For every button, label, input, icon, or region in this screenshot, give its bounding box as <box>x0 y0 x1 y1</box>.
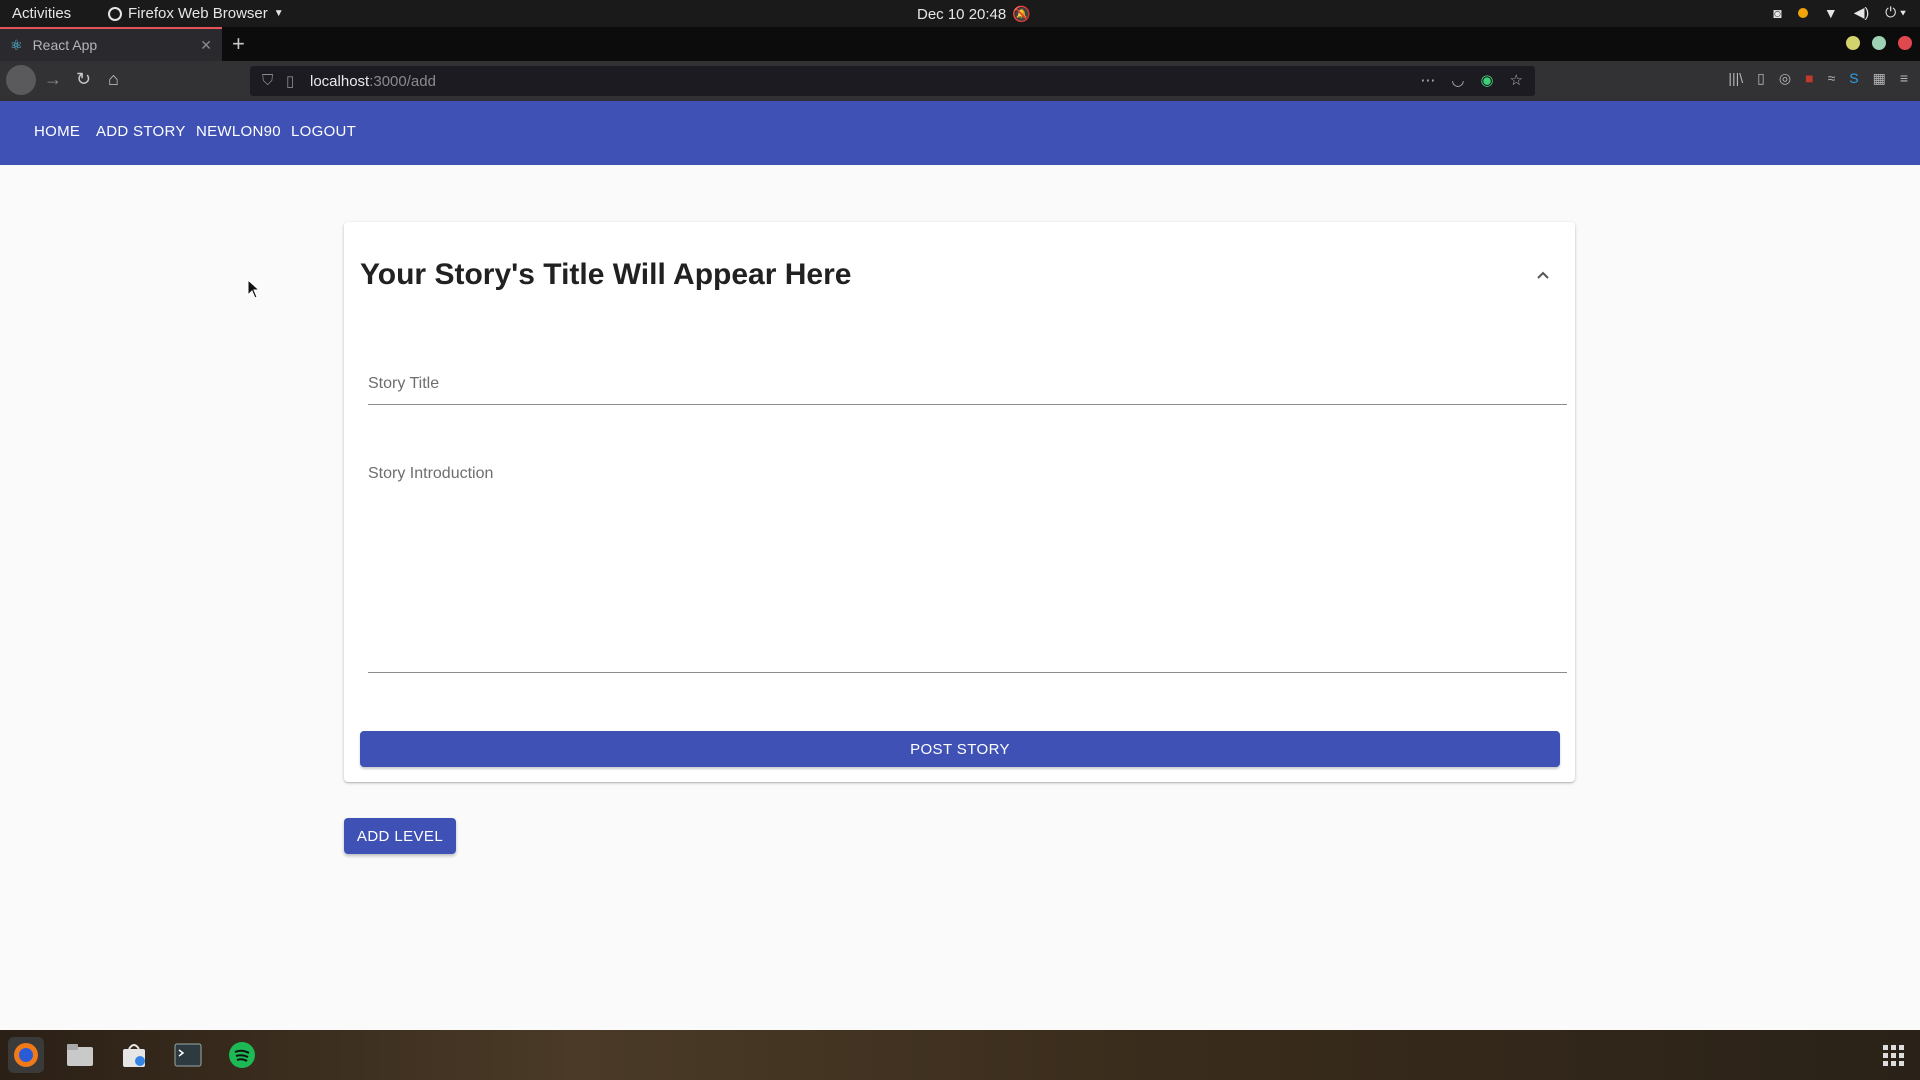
extension-green-icon[interactable]: ◉ <box>1480 71 1493 89</box>
bookmark-star-icon[interactable]: ☆ <box>1510 71 1523 89</box>
wifi-icon[interactable]: ▼ <box>1824 5 1838 21</box>
clock[interactable]: Dec 10 20:48 🔕 <box>917 5 1031 24</box>
extension-grid-icon[interactable]: ▦ <box>1873 70 1886 87</box>
volume-icon[interactable]: ◀) <box>1854 4 1869 21</box>
system-tray[interactable]: ◙ ▼ ◀) ⏻ ▾ <box>1773 4 1906 21</box>
pocket-icon[interactable]: ◡ <box>1451 71 1464 89</box>
spotify-icon <box>229 1042 255 1068</box>
home-icon[interactable]: ⌂ <box>108 69 119 90</box>
main-content: Your Story's Title Will Appear Here Stor… <box>0 165 1920 1030</box>
dock-software[interactable] <box>116 1037 152 1073</box>
tab-react-app[interactable]: ⚛ React App ✕ <box>0 27 222 61</box>
status-dot-icon <box>1797 7 1808 18</box>
extension-icon[interactable]: ≈ <box>1828 70 1836 87</box>
mouse-cursor-icon <box>247 279 261 299</box>
more-actions-icon[interactable]: ⋯ <box>1420 71 1435 89</box>
folder-icon <box>67 1044 93 1066</box>
shopping-bag-icon <box>123 1044 145 1067</box>
maximize-button[interactable] <box>1872 36 1886 50</box>
url-host: localhost <box>310 73 370 90</box>
window-controls <box>1846 36 1912 50</box>
clock-label: Dec 10 20:48 <box>917 5 1007 23</box>
url-bar[interactable]: ⛉ ▯ localhost:3000/add ⋯ ◡ ◉ ☆ <box>250 66 1535 96</box>
nav-add-story[interactable]: ADD STORY <box>96 123 186 140</box>
dock-spotify[interactable] <box>224 1037 260 1073</box>
terminal-icon <box>174 1043 202 1067</box>
menu-icon[interactable]: ≡ <box>1900 70 1908 87</box>
dock-files[interactable] <box>62 1037 98 1073</box>
account-icon[interactable]: ◎ <box>1779 70 1791 87</box>
story-introduction-label: Story Introduction <box>368 465 494 482</box>
nav-user[interactable]: NEWLON90 <box>196 123 281 140</box>
firefox-icon <box>14 1043 38 1067</box>
url-text: localhost:3000/add <box>310 73 436 90</box>
story-card: Your Story's Title Will Appear Here Stor… <box>344 222 1575 782</box>
back-button[interactable] <box>6 65 36 95</box>
chevron-down-icon: ▼ <box>273 8 284 19</box>
forward-icon[interactable]: → <box>44 69 62 90</box>
story-title-preview: Your Story's Title Will Appear Here <box>360 258 852 291</box>
ublock-icon[interactable]: ■ <box>1805 70 1813 87</box>
dock-firefox[interactable] <box>8 1037 44 1073</box>
library-icon[interactable]: |||\ <box>1728 70 1743 87</box>
show-applications-icon[interactable] <box>1883 1045 1904 1066</box>
skype-extension-icon[interactable]: S <box>1849 70 1858 87</box>
app-menu-label: Firefox Web Browser <box>128 5 268 22</box>
close-window-button[interactable] <box>1898 36 1912 50</box>
app-menu[interactable]: Firefox Web Browser ▼ <box>108 5 284 22</box>
close-tab-icon[interactable]: ✕ <box>200 37 212 54</box>
new-tab-button[interactable]: + <box>232 31 245 57</box>
toolbar-right: |||\ ▯ ◎ ■ ≈ S ▦ ≡ <box>1728 70 1908 87</box>
reload-icon[interactable]: ↻ <box>76 69 91 90</box>
firefox-icon <box>108 6 122 21</box>
sidebar-icon[interactable]: ▯ <box>1757 70 1765 87</box>
react-favicon-icon: ⚛ <box>10 36 23 53</box>
notifications-off-icon: 🔕 <box>1012 6 1031 23</box>
discord-icon[interactable]: ◙ <box>1773 5 1781 21</box>
browser-nav-bar: → ↻ ⌂ ⛉ ▯ localhost:3000/add ⋯ ◡ ◉ ☆ |||… <box>0 61 1920 101</box>
power-icon[interactable]: ⏻ ▾ <box>1885 4 1906 21</box>
add-level-button[interactable]: ADD LEVEL <box>344 818 456 854</box>
nav-logout[interactable]: LOGOUT <box>291 123 356 140</box>
page-info-icon[interactable]: ▯ <box>286 72 294 90</box>
story-title-label: Story Title <box>368 375 440 392</box>
app-bar: HOME ADD STORY NEWLON90 LOGOUT <box>0 101 1920 165</box>
story-introduction-field[interactable]: Story Introduction <box>368 465 1567 673</box>
post-story-button[interactable]: POST STORY <box>360 731 1560 767</box>
url-path: :3000/add <box>369 73 436 90</box>
tab-strip: ⚛ React App ✕ + <box>0 27 1920 61</box>
minimize-button[interactable] <box>1846 36 1860 50</box>
shield-icon[interactable]: ⛉ <box>262 72 273 89</box>
dock <box>0 1030 1920 1080</box>
tab-title: React App <box>32 37 98 53</box>
chevron-up-icon[interactable] <box>1531 264 1555 288</box>
activities-button[interactable]: Activities <box>12 5 71 22</box>
nav-home[interactable]: HOME <box>34 123 80 140</box>
dock-terminal[interactable] <box>170 1037 206 1073</box>
system-top-bar: Activities Firefox Web Browser ▼ Dec 10 … <box>0 0 1920 27</box>
story-title-field[interactable]: Story Title <box>368 375 1567 405</box>
